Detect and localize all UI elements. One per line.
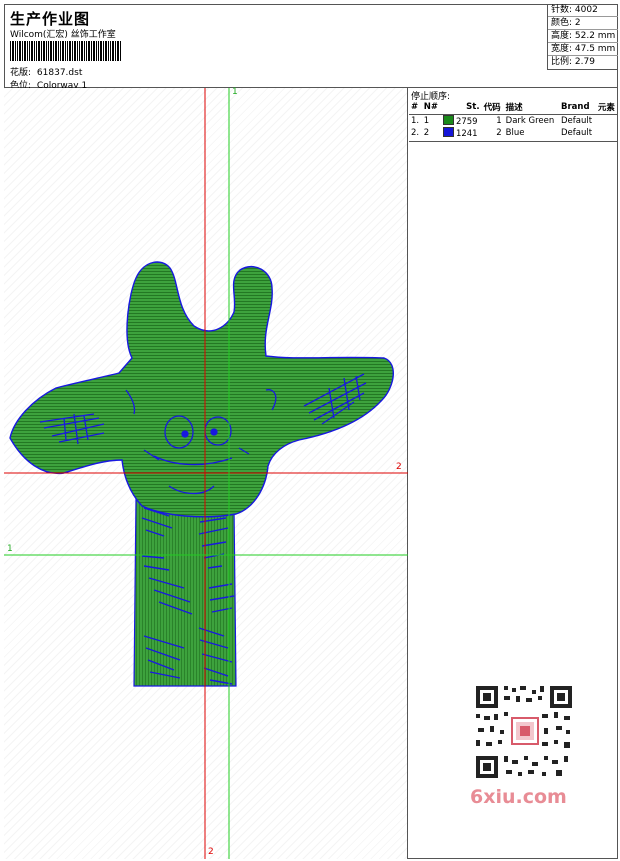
stat-width: 宽度: 47.5 mm: [548, 43, 618, 56]
axis-label-green-top: 1: [232, 87, 238, 97]
row-code: 1241: [441, 127, 482, 139]
row-desc: Blue: [505, 128, 525, 138]
row-code: 2759: [441, 115, 482, 127]
col-st: St.: [440, 100, 482, 115]
row-element: [596, 115, 618, 128]
design-label: 花版:: [10, 68, 32, 78]
qr-code: [470, 682, 578, 782]
col-code: 代码: [481, 100, 504, 115]
row-element: [596, 127, 618, 139]
table-row[interactable]: 2. 2 1241 2 Blue Default: [409, 127, 618, 139]
design-value: 61837.dst: [36, 68, 83, 78]
giraffe-embroidery: [9, 261, 394, 687]
stop-sequence-table: # N# St. 代码 描述 Brand 元素 1. 1 2759 1 Dark…: [409, 100, 618, 139]
design-file-line: 花版: 61837.dst: [10, 65, 82, 78]
table-row[interactable]: 1. 1 2759 1 Dark Green Default: [409, 115, 618, 128]
page-title: 生产作业图: [10, 10, 91, 28]
row-brand: Default: [560, 116, 593, 126]
stat-colors: 颜色: 2: [548, 17, 618, 30]
stats-panel: 针数: 4002 颜色: 2 高度: 52.2 mm 宽度: 47.5 mm 比…: [547, 4, 618, 70]
axis-label-red-right: 2: [396, 462, 402, 472]
embroidery-preview: [4, 88, 408, 859]
axis-label-red-bottom: 2: [208, 847, 214, 857]
color-swatch: [442, 115, 454, 125]
company-name: Wilcom(汇宏) 丝饰工作室: [10, 30, 116, 40]
col-element: 元素: [595, 100, 618, 115]
axis-label-green-left: 1: [7, 544, 13, 554]
center-axes: [4, 88, 408, 859]
design-canvas[interactable]: 1 2 1 2: [4, 87, 408, 859]
col-n: N#: [421, 100, 441, 115]
barcode: [10, 41, 121, 61]
row-num: 1.: [411, 116, 420, 126]
watermark: 6xiu.com: [470, 786, 567, 808]
row-n: 1: [423, 116, 430, 126]
table-divider: [409, 141, 618, 142]
row-brand: Default: [560, 128, 593, 138]
color-swatch: [442, 127, 454, 137]
row-num: 2.: [411, 128, 420, 138]
row-n: 2: [423, 128, 430, 138]
stat-stitches: 针数: 4002: [548, 4, 618, 17]
row-stop: 1: [496, 116, 502, 126]
col-brand: Brand: [558, 100, 596, 115]
stat-height: 高度: 52.2 mm: [548, 30, 618, 43]
col-num: #: [409, 100, 422, 115]
header: 生产作业图 Wilcom(汇宏) 丝饰工作室 花版: 61837.dst 色位:…: [4, 4, 618, 91]
col-desc: 描述: [503, 100, 559, 115]
row-desc: Dark Green: [505, 116, 555, 126]
stat-scale: 比例: 2.79: [551, 57, 595, 67]
row-stop: 2: [496, 128, 502, 138]
